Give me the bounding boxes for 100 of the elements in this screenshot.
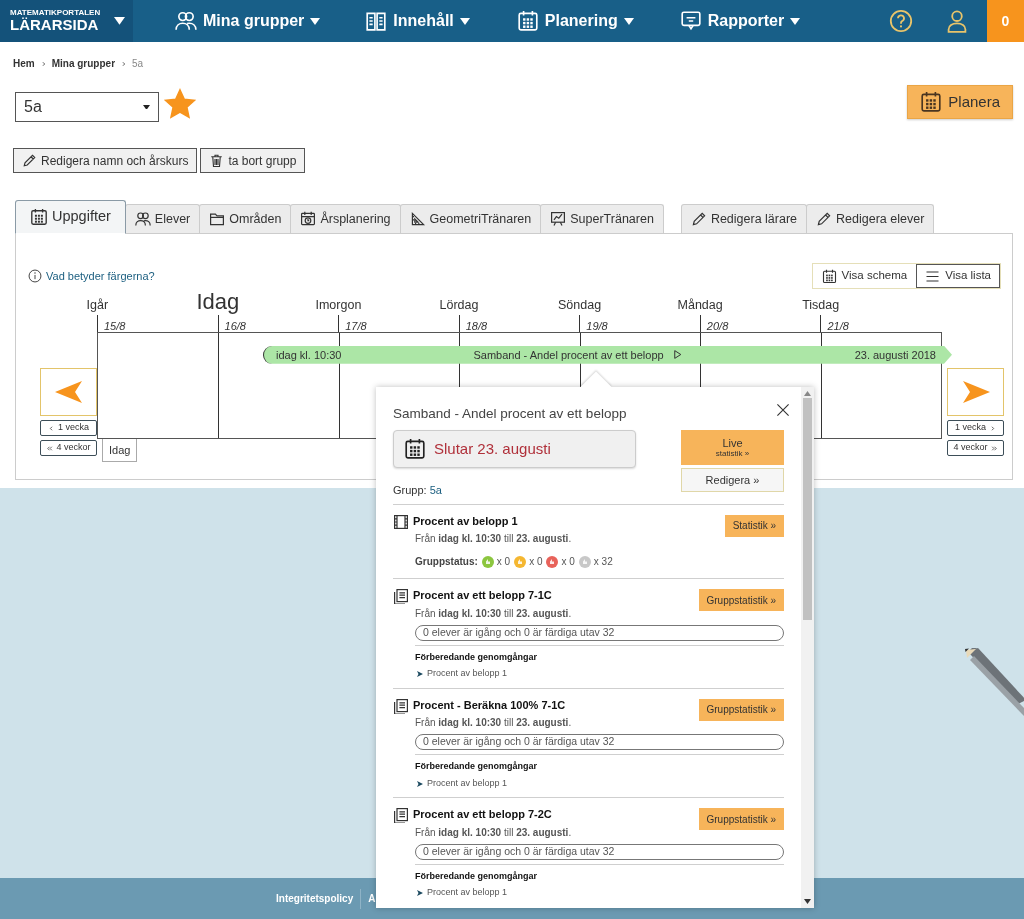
assignment-title[interactable]: Procent av ett belopp 7-2C	[413, 806, 572, 823]
forward-week-button[interactable]: 1 vecka	[947, 420, 1004, 436]
user-icon[interactable]	[945, 9, 969, 33]
double-chevron-right-icon	[990, 444, 998, 452]
statistics-button[interactable]: Gruppstatistik »	[698, 808, 784, 831]
prep-link[interactable]: Procent av belopp 1	[417, 667, 784, 681]
close-icon[interactable]	[775, 402, 791, 418]
date-label: 15/8	[97, 314, 218, 332]
arrow-right-icon	[960, 379, 991, 405]
day-label: Igår	[86, 298, 109, 312]
caret-icon	[459, 17, 470, 25]
calendar-icon	[821, 268, 837, 284]
plan-button[interactable]: Planera	[907, 85, 1013, 119]
caret-icon	[114, 17, 126, 25]
pencil-icon	[816, 211, 833, 227]
document-icon	[393, 588, 409, 605]
people-icon	[134, 211, 151, 227]
calendar-icon	[404, 438, 426, 461]
date-label: 17/8	[338, 314, 459, 332]
action-button[interactable]: ta bort grupp	[200, 148, 306, 173]
statistics-button[interactable]: Statistik »	[724, 514, 784, 537]
legend-link[interactable]: Vad betyder färgerna?	[28, 267, 155, 285]
breadcrumb-link[interactable]: Hem	[13, 56, 35, 71]
pencil-icon	[22, 153, 37, 168]
status-label: Gruppstatus:	[415, 555, 478, 570]
view-button[interactable]: Visa lista	[916, 264, 1000, 288]
assignment-title[interactable]: Procent av ett belopp 7-1C	[413, 587, 572, 604]
double-chevron-left-icon	[46, 444, 54, 452]
tab[interactable]: Områden	[199, 204, 292, 233]
event-title: Samband - Andel procent av ett belopp	[473, 347, 664, 363]
day-label: Lördag	[439, 298, 479, 312]
progress-text: 0 elever är igång och 0 är färdiga utav 32	[423, 735, 615, 750]
nav-menu[interactable]: Rapporter	[675, 0, 805, 42]
bullet-arrow-icon	[417, 890, 423, 896]
bullet-arrow-icon	[417, 671, 423, 677]
day-label: Imorgon	[315, 298, 362, 312]
date-label: 16/8	[217, 314, 339, 332]
calendar-icon	[920, 91, 943, 113]
calendar-icon	[30, 208, 48, 226]
prep-heading: Förberedande genomgångar	[415, 760, 539, 774]
nav-menu[interactable]: Planering	[512, 0, 638, 42]
date-label: 18/8	[458, 314, 580, 332]
tab[interactable]: Redigera elever	[806, 204, 935, 233]
brand-subtitle: MATEMATIKPORTALEN	[10, 8, 101, 17]
group-info: Grupp: 5a	[393, 483, 443, 499]
document-icon	[393, 697, 409, 714]
caret-icon	[143, 104, 150, 110]
prep-link[interactable]: Procent av belopp 1	[417, 886, 784, 900]
chevron-left-icon	[48, 424, 55, 432]
group-select[interactable]: 5a	[15, 92, 159, 122]
assignment-period: Från idag kl. 10:30 till 23. augusti.	[414, 606, 572, 621]
back-week-button[interactable]: 4 veckor	[40, 440, 97, 456]
book-icon	[365, 10, 388, 32]
chevron-right-icon	[120, 59, 128, 68]
tab[interactable]: Årsplanering	[290, 204, 401, 233]
date-label: 21/8	[820, 314, 941, 332]
live-stats-button[interactable]: Live statistik »	[681, 430, 784, 466]
next-button[interactable]	[947, 368, 1004, 416]
tab[interactable]: Elever	[124, 204, 201, 233]
calendar-icon	[516, 10, 539, 32]
status-count: x 0	[496, 555, 511, 570]
scroll-up-icon	[804, 391, 811, 396]
trash-icon	[209, 153, 225, 168]
assignment-title[interactable]: Procent av belopp 1	[413, 512, 572, 530]
tab[interactable]: Uppgifter	[15, 200, 126, 234]
edit-button[interactable]: Redigera »	[681, 468, 784, 493]
tab[interactable]: GeometriTränaren	[399, 204, 542, 233]
day-label: Idag	[196, 289, 240, 314]
scroll-thumb[interactable]	[803, 398, 812, 620]
play-icon	[671, 349, 683, 361]
folder-icon	[209, 211, 226, 227]
help-icon[interactable]	[889, 9, 913, 33]
film-icon	[393, 513, 409, 530]
tab[interactable]: SuperTränaren	[540, 204, 664, 233]
back-week-button[interactable]: 1 vecka	[40, 420, 97, 436]
people-icon	[175, 10, 197, 32]
status-count: x 0	[561, 555, 575, 570]
date-label: 20/8	[699, 314, 821, 332]
prep-link[interactable]: Procent av belopp 1	[417, 776, 784, 791]
statistics-button[interactable]: Gruppstatistik »	[698, 698, 784, 721]
breadcrumb-link[interactable]: 5a	[132, 56, 144, 71]
event-end: 23. augusti 2018	[854, 347, 936, 363]
star-icon[interactable]	[164, 88, 196, 120]
statistics-button[interactable]: Gruppstatistik »	[698, 589, 784, 612]
action-button[interactable]: Redigera namn och årskurs	[13, 148, 198, 173]
calendar-clock-icon	[300, 211, 317, 227]
date-label: 19/8	[579, 314, 700, 332]
today-button[interactable]: Idag	[102, 438, 138, 463]
tab[interactable]: Redigera lärare	[680, 204, 808, 233]
forward-week-button[interactable]: 4 veckor	[947, 440, 1004, 456]
nav-menu[interactable]: Innehåll	[361, 0, 474, 42]
prep-heading: Förberedande genomgångar	[415, 650, 539, 664]
breadcrumb-link[interactable]: Mina grupper	[51, 56, 116, 71]
previous-button[interactable]	[40, 368, 97, 416]
bullet-arrow-icon	[417, 780, 423, 787]
event-bar[interactable]: idag kl. 10:30 Samband - Andel procent av ett belopp 23. augusti 2018	[263, 345, 952, 364]
scrollbar[interactable]	[801, 387, 814, 908]
assignment-title[interactable]: Procent - Beräkna 100% 7-1C	[413, 696, 572, 714]
nav-menu[interactable]: Mina grupper	[171, 0, 325, 42]
brand-name: LÄRARSIDA	[10, 16, 100, 34]
